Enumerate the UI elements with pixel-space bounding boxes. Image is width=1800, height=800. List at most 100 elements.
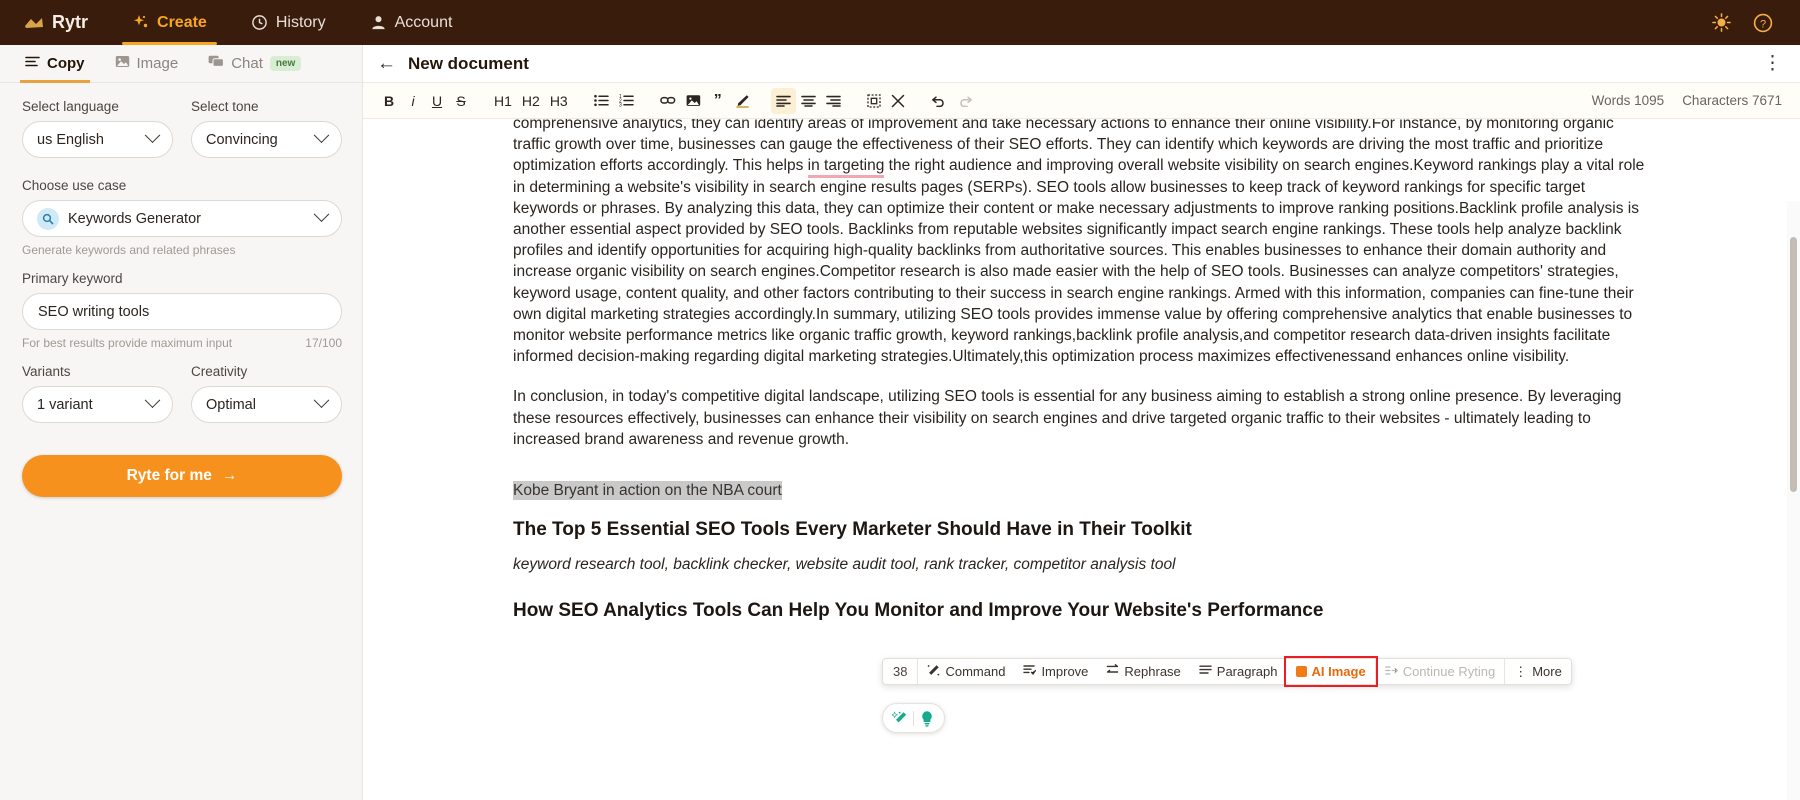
floating-more-label: More xyxy=(1532,664,1562,679)
help-icon[interactable]: ? xyxy=(1744,4,1782,42)
theme-toggle-icon[interactable] xyxy=(1702,4,1740,42)
sidebar-panel: Copy Image Chat new Select language xyxy=(0,45,363,800)
undo-button[interactable] xyxy=(926,88,952,114)
paragraph-2[interactable]: In conclusion, in today's competitive di… xyxy=(513,386,1650,450)
creativity-value: Optimal xyxy=(206,397,316,413)
primary-keyword-input[interactable]: SEO writing tools xyxy=(22,293,342,330)
floating-ai-image-button[interactable]: AI Image xyxy=(1287,659,1375,684)
insert-block-button[interactable] xyxy=(862,88,886,114)
tone-label: Select tone xyxy=(191,99,342,114)
svg-text:?: ? xyxy=(1760,18,1766,30)
underline-button[interactable]: U xyxy=(425,88,449,114)
clear-format-button[interactable] xyxy=(886,88,910,114)
bold-button[interactable]: B xyxy=(377,88,401,114)
editor-toolbar: B i U S H1 H2 H3 123 ” xyxy=(363,83,1800,119)
variants-select[interactable]: 1 variant xyxy=(22,386,173,423)
numbered-list-button[interactable]: 123 xyxy=(614,88,639,114)
selected-text[interactable]: Kobe Bryant in action on the NBA court xyxy=(513,481,782,500)
primary-keyword-field: Primary keyword SEO writing tools For be… xyxy=(22,271,342,350)
picture-icon xyxy=(115,55,130,72)
use-case-select[interactable]: Keywords Generator xyxy=(22,200,342,237)
floating-ai-image-label: AI Image xyxy=(1312,664,1366,679)
primary-keyword-hint: For best results provide maximum input xyxy=(22,336,232,350)
editor-panel: ← New document ⋮ B i U S H1 H2 H3 123 xyxy=(363,45,1800,800)
document-heading-1[interactable]: The Top 5 Essential SEO Tools Every Mark… xyxy=(513,517,1650,543)
selected-caption-line[interactable]: Kobe Bryant in action on the NBA court xyxy=(513,480,1650,501)
chevron-down-icon xyxy=(314,392,330,408)
primary-keyword-hint-row: For best results provide maximum input 1… xyxy=(22,336,342,350)
bullet-list-button[interactable] xyxy=(589,88,614,114)
document-body[interactable]: comprehensive analytics, they can identi… xyxy=(363,119,1800,800)
chevron-down-icon xyxy=(145,392,161,408)
ryte-for-me-button[interactable]: Ryte for me → xyxy=(22,455,342,497)
ai-image-icon xyxy=(1296,666,1307,677)
keywords-line[interactable]: keyword research tool, backlink checker,… xyxy=(513,556,1650,574)
highlight-pen-button[interactable] xyxy=(730,88,755,114)
paragraph-1[interactable]: comprehensive analytics, they can identi… xyxy=(513,119,1650,367)
continue-icon xyxy=(1385,664,1398,679)
scrollbar-thumb[interactable] xyxy=(1790,237,1797,492)
chevron-down-icon xyxy=(314,206,330,222)
italic-button[interactable]: i xyxy=(401,88,425,114)
nav-label-account: Account xyxy=(395,14,453,32)
tone-field: Select tone Convincing xyxy=(191,99,342,158)
sidebar-tab-label-image: Image xyxy=(137,55,179,72)
quote-button[interactable]: ” xyxy=(706,88,730,114)
floating-more-button[interactable]: ⋮ More xyxy=(1504,659,1571,684)
align-left-button[interactable] xyxy=(771,88,796,114)
floating-command-button[interactable]: Command xyxy=(917,659,1014,684)
language-select[interactable]: us English xyxy=(22,121,173,158)
floating-rephrase-button[interactable]: Rephrase xyxy=(1097,659,1189,684)
image-button[interactable] xyxy=(681,88,706,114)
sparkle-icon xyxy=(132,14,149,31)
floating-command-label: Command xyxy=(945,664,1005,679)
word-count: Words 1095 xyxy=(1592,93,1665,108)
back-arrow-icon[interactable]: ← xyxy=(377,54,396,73)
language-tone-row: Select language us English Select tone C… xyxy=(22,99,342,172)
paragraph-icon xyxy=(1199,664,1212,679)
lightbulb-icon[interactable] xyxy=(918,710,935,727)
heading-3-button[interactable]: H3 xyxy=(545,88,573,114)
primary-keyword-value: SEO writing tools xyxy=(38,304,149,320)
floating-continue-ryting-label: Continue Ryting xyxy=(1403,664,1496,679)
misspelled-phrase[interactable]: in targeting xyxy=(808,157,885,178)
use-case-label: Choose use case xyxy=(22,178,342,193)
person-icon xyxy=(370,14,387,31)
floating-improve-button[interactable]: Improve xyxy=(1014,659,1097,684)
lines-icon xyxy=(25,55,40,72)
align-center-button[interactable] xyxy=(796,88,821,114)
chevron-down-icon xyxy=(145,127,161,143)
redo-button[interactable] xyxy=(952,88,978,114)
sidebar-tab-image[interactable]: Image xyxy=(102,45,192,83)
tone-select[interactable]: Convincing xyxy=(191,121,342,158)
brand-label: Rytr xyxy=(52,12,88,33)
floating-rephrase-label: Rephrase xyxy=(1124,664,1180,679)
sparkle-wand-icon[interactable] xyxy=(892,710,909,727)
align-right-button[interactable] xyxy=(821,88,846,114)
nav-item-account[interactable]: Account xyxy=(348,0,475,45)
document-heading-2[interactable]: How SEO Analytics Tools Can Help You Mon… xyxy=(513,600,1650,622)
svg-text:3: 3 xyxy=(619,103,622,107)
variants-field: Variants 1 variant xyxy=(22,364,173,423)
kebab-menu-icon[interactable]: ⋮ xyxy=(1763,54,1782,73)
floating-paragraph-button[interactable]: Paragraph xyxy=(1190,659,1287,684)
sidebar-tab-copy[interactable]: Copy xyxy=(12,45,98,83)
creativity-select[interactable]: Optimal xyxy=(191,386,342,423)
link-button[interactable] xyxy=(655,88,681,114)
floating-continue-ryting-button[interactable]: Continue Ryting xyxy=(1375,659,1505,684)
document-canvas[interactable]: comprehensive analytics, they can identi… xyxy=(363,119,1800,800)
sidebar-tab-chat[interactable]: Chat new xyxy=(195,45,314,83)
strikethrough-button[interactable]: S xyxy=(449,88,473,114)
heading-1-button[interactable]: H1 xyxy=(489,88,517,114)
nav-item-create[interactable]: Create xyxy=(110,0,229,45)
nav-item-history[interactable]: History xyxy=(229,0,348,45)
sidebar-tab-label-copy: Copy xyxy=(47,55,85,72)
assistant-bubble xyxy=(882,703,945,733)
brand-logo[interactable]: Rytr xyxy=(18,0,110,45)
paragraph-2-text: In conclusion, in today's competitive di… xyxy=(513,388,1621,447)
use-case-value: Keywords Generator xyxy=(68,211,316,227)
heading-2-button[interactable]: H2 xyxy=(517,88,545,114)
selection-floating-toolbar: 38 Command Improve Rephrase xyxy=(882,658,1572,685)
rephrase-icon xyxy=(1106,664,1119,679)
character-count: Characters 7671 xyxy=(1682,93,1782,108)
